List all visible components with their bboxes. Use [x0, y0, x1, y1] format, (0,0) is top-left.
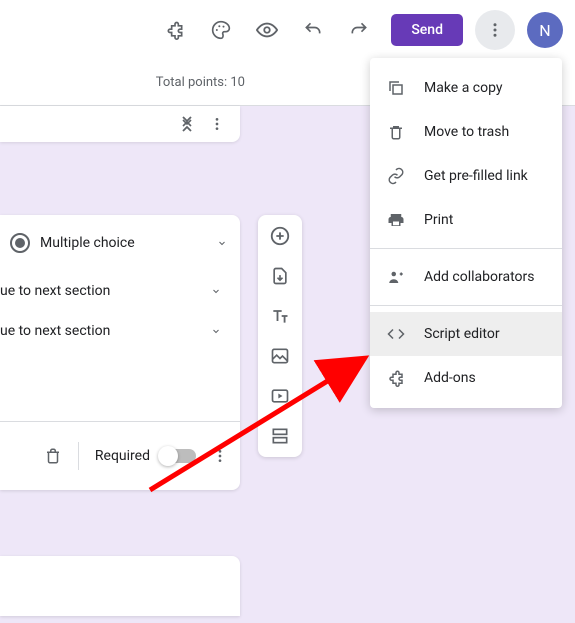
- menu-script-editor[interactable]: Script editor: [370, 312, 562, 356]
- account-avatar[interactable]: N: [527, 12, 563, 48]
- divider: [78, 442, 79, 470]
- eye-icon: [256, 19, 278, 41]
- menu-move-trash[interactable]: Move to trash: [370, 110, 562, 154]
- menu-make-copy[interactable]: Make a copy: [370, 66, 562, 110]
- chevron-down-icon: [216, 237, 228, 249]
- menu-label: Move to trash: [424, 124, 509, 140]
- menu-label: Add collaborators: [424, 269, 534, 285]
- menu-add-collaborators[interactable]: Add collaborators: [370, 255, 562, 299]
- more-vert-icon: [486, 21, 504, 39]
- image-icon: [270, 346, 290, 366]
- question-card: Multiple choice ue to next section ue to…: [0, 215, 240, 490]
- more-vert-icon: [212, 448, 228, 464]
- question-more-btn[interactable]: [202, 109, 232, 139]
- text-icon: [270, 306, 290, 326]
- question-footer: Required: [0, 422, 240, 490]
- divider: [370, 248, 562, 249]
- goto-section-label: ue to next section: [0, 323, 110, 339]
- radio-icon: [10, 233, 30, 253]
- required-toggle[interactable]: [160, 449, 196, 463]
- chevron-down-icon: [210, 325, 222, 337]
- add-image-btn[interactable]: [269, 345, 291, 367]
- redo-icon: [349, 20, 369, 40]
- top-toolbar: Send N: [0, 0, 575, 60]
- redo-btn[interactable]: [339, 10, 379, 50]
- total-points-text: Total points: 10: [156, 75, 245, 90]
- question-type-label: Multiple choice: [40, 235, 206, 251]
- copy-icon: [386, 78, 406, 98]
- palette-icon: [211, 20, 231, 40]
- more-vert-icon: [209, 116, 225, 132]
- add-section-btn[interactable]: [269, 425, 291, 447]
- menu-print[interactable]: Print: [370, 198, 562, 242]
- theme-btn[interactable]: [201, 10, 241, 50]
- menu-label: Make a copy: [424, 80, 503, 96]
- divider: [370, 305, 562, 306]
- collapse-icon[interactable]: [180, 116, 194, 132]
- import-questions-btn[interactable]: [269, 265, 291, 287]
- add-video-btn[interactable]: [269, 385, 291, 407]
- add-question-btn[interactable]: [269, 225, 291, 247]
- trash-icon[interactable]: [44, 447, 62, 465]
- import-icon: [270, 266, 290, 286]
- puzzle-icon: [165, 20, 185, 40]
- trash-icon: [386, 122, 406, 142]
- menu-label: Print: [424, 212, 453, 228]
- menu-addons[interactable]: Add-ons: [370, 356, 562, 400]
- plus-circle-icon: [269, 225, 291, 247]
- preview-btn[interactable]: [247, 10, 287, 50]
- print-icon: [386, 210, 406, 230]
- add-title-btn[interactable]: [269, 305, 291, 327]
- undo-icon: [303, 20, 323, 40]
- required-label: Required: [95, 448, 150, 464]
- next-question-card: [0, 556, 240, 616]
- menu-label: Script editor: [424, 326, 500, 342]
- send-button[interactable]: Send: [391, 14, 463, 46]
- overflow-menu: Make a copy Move to trash Get pre-filled…: [370, 58, 562, 408]
- more-menu-button[interactable]: [475, 10, 515, 50]
- section-icon: [270, 426, 290, 446]
- undo-btn[interactable]: [293, 10, 333, 50]
- menu-prefilled-link[interactable]: Get pre-filled link: [370, 154, 562, 198]
- link-icon: [386, 166, 406, 186]
- question-options-btn[interactable]: [206, 436, 234, 476]
- addon-icon: [386, 368, 406, 388]
- goto-section-row[interactable]: ue to next section: [0, 271, 240, 311]
- question-header: [0, 106, 240, 142]
- goto-section-row[interactable]: ue to next section: [0, 311, 240, 351]
- menu-label: Get pre-filled link: [424, 168, 528, 184]
- people-icon: [386, 267, 406, 287]
- side-toolbar: [258, 215, 302, 457]
- chevron-down-icon: [210, 285, 222, 297]
- goto-section-label: ue to next section: [0, 283, 110, 299]
- question-type-selector[interactable]: Multiple choice: [0, 215, 240, 271]
- addons-icon-btn[interactable]: [155, 10, 195, 50]
- video-icon: [270, 386, 290, 406]
- menu-label: Add-ons: [424, 370, 476, 386]
- code-icon: [386, 324, 406, 344]
